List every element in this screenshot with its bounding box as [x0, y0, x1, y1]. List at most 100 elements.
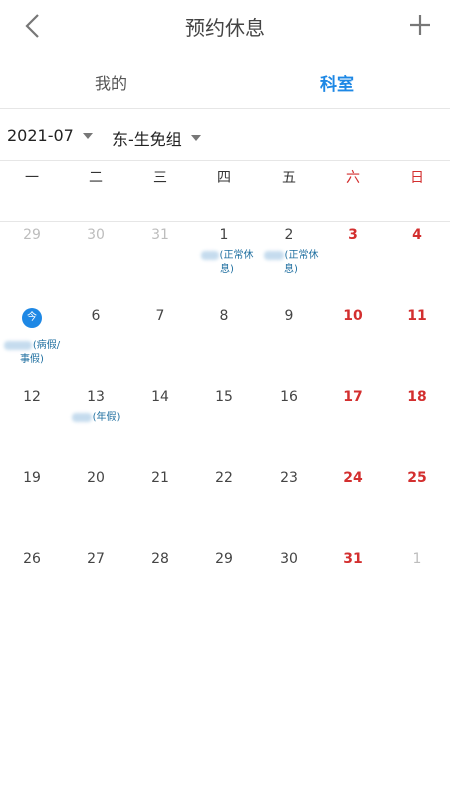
month-value: 2021-07 [7, 126, 74, 145]
day-number: 11 [407, 308, 427, 324]
calendar-day[interactable]: 23 [257, 464, 321, 545]
calendar-day[interactable]: 7 [128, 302, 192, 383]
day-number: 2 [284, 227, 294, 243]
calendar-day[interactable]: 21 [128, 464, 192, 545]
calendar-day[interactable]: 24 [321, 464, 385, 545]
day-number: 26 [23, 551, 41, 567]
group-value: 东-生免组 [112, 130, 182, 149]
leave-entry[interactable]: (正常休 息) [260, 249, 322, 277]
weekday-fri: 五 [282, 170, 296, 186]
leave-type: (正常休 息) [219, 250, 254, 275]
day-number: 30 [280, 551, 298, 567]
day-number: 19 [23, 470, 41, 486]
calendar-day[interactable]: 19 [0, 464, 64, 545]
tab-dept[interactable]: 科室 [320, 70, 354, 95]
weekday-tue: 二 [89, 170, 103, 186]
calendar-day[interactable]: 20 [64, 464, 128, 545]
calendar-day[interactable]: 1 [385, 545, 449, 626]
calendar-day[interactable]: 28 [128, 545, 192, 626]
page-title: 预约休息 [185, 16, 265, 40]
calendar-day[interactable]: 29 [192, 545, 256, 626]
calendar-day[interactable]: 31 [321, 545, 385, 626]
calendar-day[interactable]: 6 [64, 302, 128, 383]
day-number: 28 [151, 551, 169, 567]
day-number: 3 [348, 227, 358, 243]
day-number: 29 [215, 551, 233, 567]
redacted-name [71, 412, 92, 422]
day-number: 15 [215, 389, 233, 405]
redacted-name [200, 250, 219, 260]
day-number: 17 [343, 389, 363, 405]
leave-entry[interactable]: (年假) [68, 411, 124, 425]
calendar-day[interactable]: 31 [128, 221, 192, 302]
day-number: 10 [343, 308, 363, 324]
caret-down-icon [82, 132, 93, 139]
redacted-name [3, 340, 32, 350]
weekday-wed: 三 [153, 170, 167, 186]
tab-mine[interactable]: 我的 [95, 70, 127, 94]
calendar-day[interactable]: 10 [321, 302, 385, 383]
calendar-day[interactable]: 15 [192, 383, 256, 464]
leave-type: (正常休 息) [284, 250, 319, 275]
day-number: 22 [215, 470, 233, 486]
day-number: 25 [407, 470, 427, 486]
day-number: 14 [151, 389, 169, 405]
redacted-name [263, 250, 284, 260]
calendar-grid: 29 30 31 1 2 3 4 今 6 7 8 9 10 11 12 13 1… [0, 221, 450, 627]
day-number: 1 [219, 227, 229, 243]
calendar-day[interactable]: 29 [0, 221, 64, 302]
day-number: 16 [280, 389, 298, 405]
day-number: 13 [87, 389, 105, 405]
plus-icon[interactable] [408, 13, 432, 37]
calendar-day[interactable]: 30 [257, 545, 321, 626]
calendar-day[interactable]: 4 [385, 221, 449, 302]
leave-entry[interactable]: (正常休 息) [197, 249, 257, 277]
weekday-header: 一 二 三 四 五 六 日 [0, 160, 450, 222]
day-number: 18 [407, 389, 427, 405]
day-number: 31 [151, 227, 169, 243]
day-number: 8 [219, 308, 229, 324]
calendar-day[interactable]: 14 [128, 383, 192, 464]
month-selector[interactable]: 2021-07 [7, 126, 93, 145]
calendar-day[interactable]: 11 [385, 302, 449, 383]
calendar-day[interactable]: 16 [257, 383, 321, 464]
calendar-day[interactable]: 3 [321, 221, 385, 302]
calendar-day[interactable]: 18 [385, 383, 449, 464]
weekday-thu: 四 [217, 170, 231, 186]
day-number: 31 [343, 551, 363, 567]
leave-type: 事假) [20, 354, 44, 365]
day-number: 30 [87, 227, 105, 243]
group-selector[interactable]: 东-生免组 [112, 126, 201, 150]
day-number: 9 [284, 308, 294, 324]
today-badge: 今 [22, 308, 42, 328]
day-number: 1 [412, 551, 422, 567]
leave-type: (年假) [92, 412, 121, 423]
day-number: 23 [280, 470, 298, 486]
day-number: 24 [343, 470, 363, 486]
day-number: 27 [87, 551, 105, 567]
day-number: 12 [23, 389, 41, 405]
day-number: 20 [87, 470, 105, 486]
weekday-sun: 日 [410, 170, 424, 186]
day-number: 6 [91, 308, 101, 324]
leave-entry[interactable]: (病假/ 事假) [0, 339, 64, 367]
day-number: 29 [23, 227, 41, 243]
calendar-day[interactable]: 25 [385, 464, 449, 545]
calendar-day[interactable]: 30 [64, 221, 128, 302]
leave-type: (病假/ [32, 340, 61, 351]
app-header: 预约休息 [0, 0, 450, 52]
calendar-day[interactable]: 27 [64, 545, 128, 626]
tab-bar: 我的 科室 [0, 60, 450, 108]
calendar-day[interactable]: 8 [192, 302, 256, 383]
calendar-day[interactable]: 9 [257, 302, 321, 383]
calendar-day[interactable]: 12 [0, 383, 64, 464]
calendar-day[interactable]: 22 [192, 464, 256, 545]
day-number: 4 [412, 227, 422, 243]
weekday-mon: 一 [25, 170, 39, 186]
calendar-day[interactable]: 26 [0, 545, 64, 626]
filter-bar: 2021-07 东-生免组 [0, 109, 450, 161]
weekday-sat: 六 [346, 170, 360, 186]
caret-down-icon [190, 135, 201, 141]
day-number: 7 [155, 308, 165, 324]
calendar-day[interactable]: 17 [321, 383, 385, 464]
